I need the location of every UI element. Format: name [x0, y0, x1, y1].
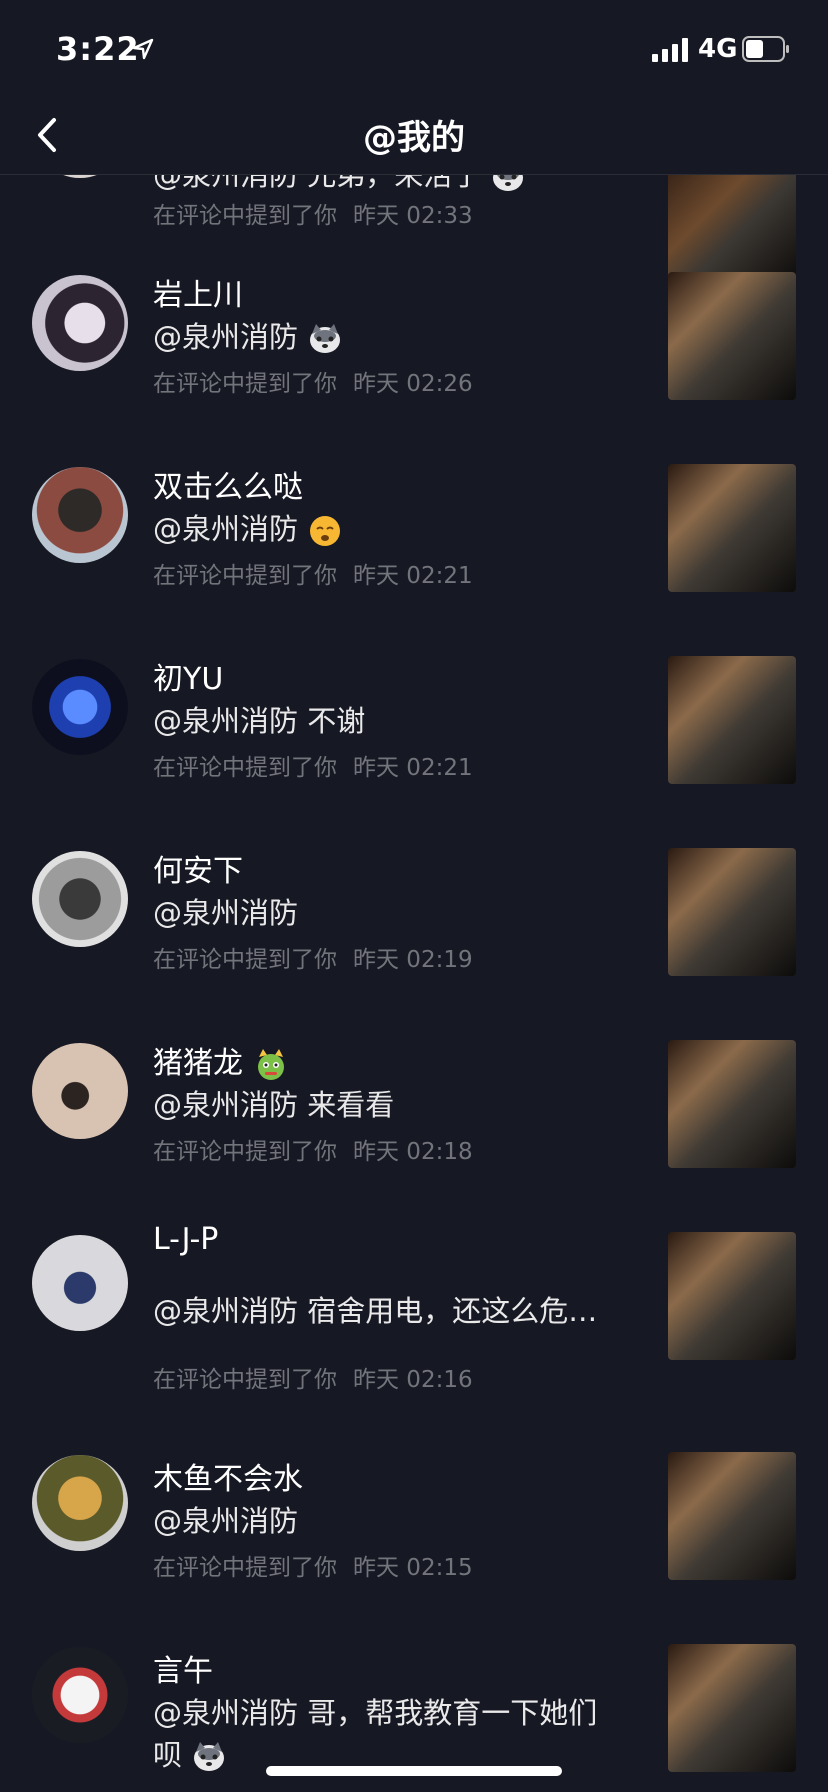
video-thumbnail[interactable] [668, 1040, 796, 1168]
list-item[interactable]: L-J-P @泉州消防 宿舍用电，还这么危… 在评论中提到了你 昨天 02:16 [0, 1220, 828, 1448]
video-thumbnail[interactable] [668, 464, 796, 592]
avatar[interactable] [32, 1235, 128, 1331]
signal-icon [652, 38, 688, 62]
mention-action: 在评论中提到了你 [153, 563, 337, 589]
avatar[interactable] [32, 851, 128, 947]
video-thumbnail[interactable] [668, 272, 796, 400]
mention-list[interactable]: @泉州消防 兄弟，来活了 在评论中提到了你 昨天 02:33 岩上川 @泉州消防 … [0, 175, 828, 1792]
list-item[interactable]: @泉州消防 兄弟，来活了 在评论中提到了你 昨天 02:33 [0, 175, 828, 278]
network-type: 4G [698, 34, 738, 64]
mention-action: 在评论中提到了你 [153, 1139, 337, 1165]
user-name[interactable]: 木鱼不会水 [153, 1454, 303, 1498]
mention-time: 昨天 02:21 [353, 563, 473, 589]
mention-time: 昨天 02:26 [353, 371, 473, 397]
list-item[interactable]: 何安下 @泉州消防 在评论中提到了你 昨天 02:19 [0, 836, 828, 1026]
list-item[interactable]: 木鱼不会水 @泉州消防 在评论中提到了你 昨天 02:15 [0, 1450, 828, 1640]
avatar[interactable] [32, 1647, 128, 1743]
mention-time: 昨天 02:16 [353, 1367, 473, 1393]
comment-text: @泉州消防 [153, 896, 299, 930]
nav-bar: @我的 [0, 100, 828, 175]
mention-action: 在评论中提到了你 [153, 371, 337, 397]
comment-text: @泉州消防 [153, 320, 299, 354]
video-thumbnail[interactable] [668, 1452, 796, 1580]
dragon-emoji-icon [258, 1048, 284, 1080]
user-name[interactable]: 双击么么哒 [153, 462, 303, 506]
user-name[interactable]: 猪猪龙 [153, 1046, 243, 1081]
user-name[interactable]: 何安下 [153, 846, 243, 890]
list-item[interactable]: 双击么么哒 @泉州消防 在评论中提到了你 昨天 02:21 [0, 452, 828, 642]
avatar[interactable] [32, 1455, 128, 1551]
video-thumbnail[interactable] [668, 848, 796, 976]
husky-emoji-icon [194, 1742, 225, 1771]
list-item[interactable]: 岩上川 @泉州消防 在评论中提到了你 昨天 02:26 [0, 260, 828, 450]
mention-time: 昨天 02:15 [353, 1555, 473, 1581]
comment-text: @泉州消防 兄弟，来活了 [153, 175, 482, 192]
user-name[interactable]: 初YU [153, 654, 223, 698]
avatar[interactable] [32, 659, 128, 755]
user-name[interactable]: 岩上川 [153, 270, 243, 314]
status-bar: 3:22 4G [0, 0, 828, 100]
mention-time: 昨天 02:19 [353, 947, 473, 973]
comment-text: @泉州消防 来看看 [153, 1088, 395, 1122]
comment-text-continued: 呗 [153, 1738, 183, 1772]
mention-action: 在评论中提到了你 [153, 1367, 337, 1393]
husky-emoji-icon [310, 324, 341, 353]
video-thumbnail[interactable] [668, 1644, 796, 1772]
mention-action: 在评论中提到了你 [153, 1555, 337, 1581]
comment-text: @泉州消防 哥，帮我教育一下她们 [153, 1696, 598, 1730]
mention-action: 在评论中提到了你 [153, 947, 337, 973]
husky-emoji-icon [493, 175, 524, 191]
sleepy-face-emoji-icon [310, 516, 341, 546]
comment-text: @泉州消防 宿舍用电，还这么危… [153, 1294, 598, 1328]
user-name[interactable]: L-J-P [153, 1222, 218, 1257]
location-arrow-icon [132, 38, 154, 60]
video-thumbnail[interactable] [668, 656, 796, 784]
mention-time: 昨天 02:33 [353, 203, 473, 229]
comment-text: @泉州消防 不谢 [153, 704, 366, 738]
avatar[interactable] [32, 1043, 128, 1139]
user-name[interactable]: 言午 [153, 1646, 213, 1690]
list-item[interactable]: 猪猪龙 @泉州消防 来看看 在评论中提到了你 昨天 02:18 [0, 1028, 828, 1218]
avatar[interactable] [32, 175, 128, 178]
home-indicator[interactable] [266, 1766, 562, 1776]
mention-action: 在评论中提到了你 [153, 755, 337, 781]
page-title: @我的 [363, 118, 465, 158]
video-thumbnail[interactable] [668, 1232, 796, 1360]
mention-action: 在评论中提到了你 [153, 203, 337, 229]
status-time: 3:22 [56, 30, 140, 68]
avatar[interactable] [32, 275, 128, 371]
list-item[interactable]: 初YU @泉州消防 不谢 在评论中提到了你 昨天 02:21 [0, 644, 828, 834]
avatar[interactable] [32, 467, 128, 563]
comment-text: @泉州消防 [153, 1504, 299, 1538]
mention-time: 昨天 02:21 [353, 755, 473, 781]
mention-time: 昨天 02:18 [353, 1139, 473, 1165]
battery-icon [742, 36, 789, 62]
comment-text: @泉州消防 [153, 512, 299, 546]
